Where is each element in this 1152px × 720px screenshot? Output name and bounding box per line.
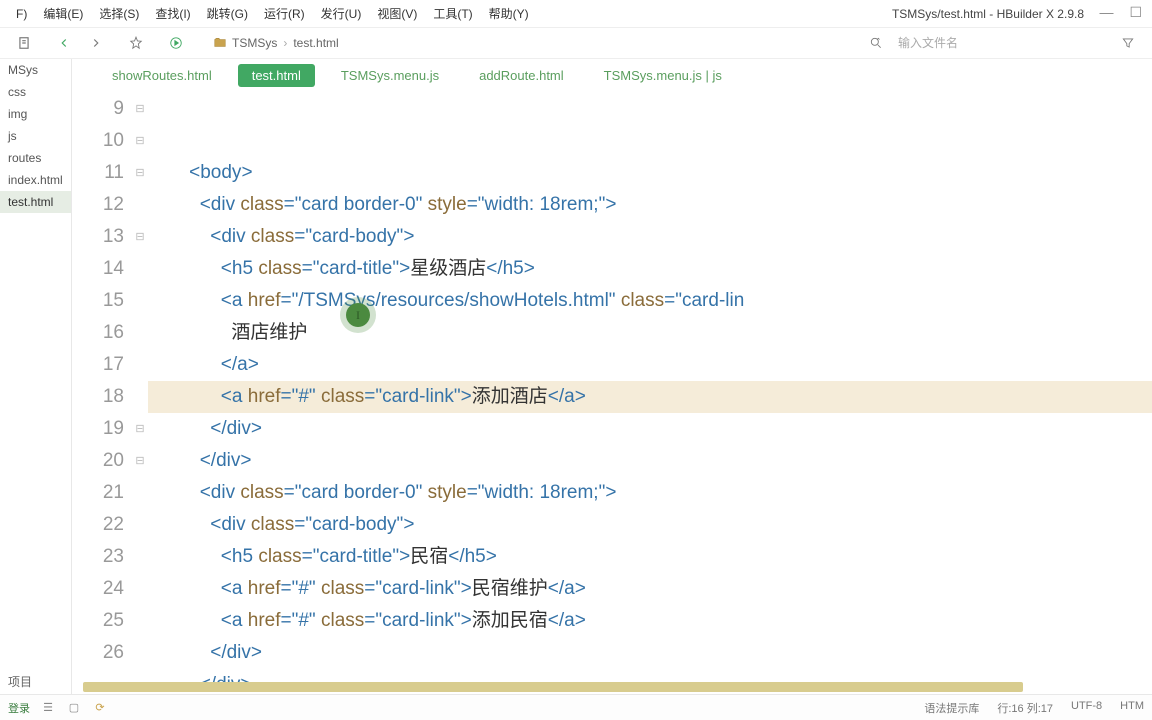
menu-item[interactable]: 查找(I)	[147, 5, 198, 22]
menu-item[interactable]: 选择(S)	[91, 5, 147, 22]
code-line[interactable]: </a>	[148, 349, 1152, 381]
sidebar-projects[interactable]: 项目	[0, 669, 71, 694]
editor-tab[interactable]: test.html	[238, 64, 315, 87]
back-icon[interactable]	[52, 31, 76, 55]
toolbar: TSMSys › test.html	[0, 27, 1152, 59]
code-line[interactable]: <a href="#" class="card-link">民宿维护</a>	[148, 573, 1152, 605]
code-line[interactable]: </div>	[148, 445, 1152, 477]
chevron-right-icon: ›	[283, 36, 287, 50]
editor-tab[interactable]: TSMSys.menu.js | js	[590, 64, 736, 87]
code-line[interactable]: <div class="card border-0" style="width:…	[148, 477, 1152, 509]
language-label[interactable]: HTM	[1120, 700, 1144, 716]
menu-item[interactable]: 发行(U)	[313, 5, 370, 22]
breadcrumb: TSMSys › test.html	[208, 31, 339, 55]
menu-item[interactable]: 跳转(G)	[199, 5, 256, 22]
code-line[interactable]: <a href="/TSMSys/resources/showHotels.ht…	[148, 285, 1152, 317]
minimize-icon[interactable]: —	[1099, 4, 1113, 21]
file-tree-item[interactable]: js	[0, 125, 71, 147]
file-tree-item[interactable]: img	[0, 103, 71, 125]
statusbar: 登录 ☰ ▢ ⟳ 语法提示库 行:16 列:17 UTF-8 HTM	[0, 694, 1152, 720]
horizontal-scrollbar[interactable]	[72, 682, 1140, 694]
syntax-hint-label[interactable]: 语法提示库	[924, 700, 979, 716]
menu-item[interactable]: 视图(V)	[369, 5, 425, 22]
menu-item[interactable]: 帮助(Y)	[481, 5, 537, 22]
file-tree-item[interactable]: test.html	[0, 191, 71, 213]
encoding-label[interactable]: UTF-8	[1071, 700, 1102, 716]
file-tree-item[interactable]: index.html	[0, 169, 71, 191]
file-tree-item[interactable]: css	[0, 81, 71, 103]
editor-tabs: showRoutes.html test.html TSMSys.menu.js ad…	[72, 59, 1152, 91]
code-line[interactable]: <a href="#" class="card-link">添加酒店</a>	[148, 381, 1152, 413]
forward-icon[interactable]	[84, 31, 108, 55]
list-icon[interactable]: ☰	[40, 700, 56, 716]
maximize-icon[interactable]: ☐	[1129, 4, 1142, 21]
code-editor[interactable]: 91011121314151617181920212223242526 <bod…	[72, 91, 1152, 694]
terminal-icon[interactable]: ▢	[66, 700, 82, 716]
menu-item[interactable]: F)	[8, 7, 35, 21]
run-icon[interactable]	[164, 31, 188, 55]
code-line[interactable]: </div>	[148, 637, 1152, 669]
menubar: F)编辑(E)选择(S)查找(I)跳转(G)运行(R)发行(U)视图(V)工具(…	[0, 0, 1152, 27]
sync-icon[interactable]: ⟳	[92, 700, 108, 716]
editor-tab[interactable]: addRoute.html	[465, 64, 578, 87]
breadcrumb-item[interactable]: test.html	[293, 36, 338, 50]
editor-tab[interactable]: showRoutes.html	[98, 64, 226, 87]
file-explorer: MSyscssimgjsroutesindex.htmltest.html 项目	[0, 59, 72, 694]
breadcrumb-item[interactable]: TSMSys	[232, 36, 277, 50]
menu-item[interactable]: 运行(R)	[256, 5, 313, 22]
menu-item[interactable]: 编辑(E)	[35, 5, 91, 22]
new-file-icon[interactable]	[12, 31, 36, 55]
star-icon[interactable]	[124, 31, 148, 55]
code-line[interactable]: </div>	[148, 413, 1152, 445]
code-line[interactable]: <a href="#" class="card-link">添加民宿</a>	[148, 605, 1152, 637]
filter-icon[interactable]	[1116, 31, 1140, 55]
code-line[interactable]: <div class="card border-0" style="width:…	[148, 189, 1152, 221]
login-button[interactable]: 登录	[8, 700, 30, 716]
window-title: TSMSys/test.html - HBuilder X 2.9.8	[892, 7, 1084, 21]
file-tree-item[interactable]: routes	[0, 147, 71, 169]
code-line[interactable]: 酒店维护	[148, 317, 1152, 349]
search-icon[interactable]	[864, 31, 888, 55]
file-search-input[interactable]	[892, 34, 1092, 52]
code-line[interactable]: <h5 class="card-title">民宿</h5>	[148, 541, 1152, 573]
file-tree-item[interactable]: MSys	[0, 59, 71, 81]
menu-item[interactable]: 工具(T)	[425, 5, 480, 22]
code-line[interactable]: <div class="card-body">	[148, 509, 1152, 541]
code-line[interactable]: <h5 class="card-title">星级酒店</h5>	[148, 253, 1152, 285]
code-line[interactable]: <div class="card-body">	[148, 221, 1152, 253]
folder-icon	[208, 31, 232, 55]
window-controls: — ☐	[1099, 4, 1142, 21]
cursor-position: 行:16 列:17	[997, 700, 1053, 716]
editor-tab[interactable]: TSMSys.menu.js	[327, 64, 453, 87]
code-line[interactable]: <body>	[148, 157, 1152, 189]
